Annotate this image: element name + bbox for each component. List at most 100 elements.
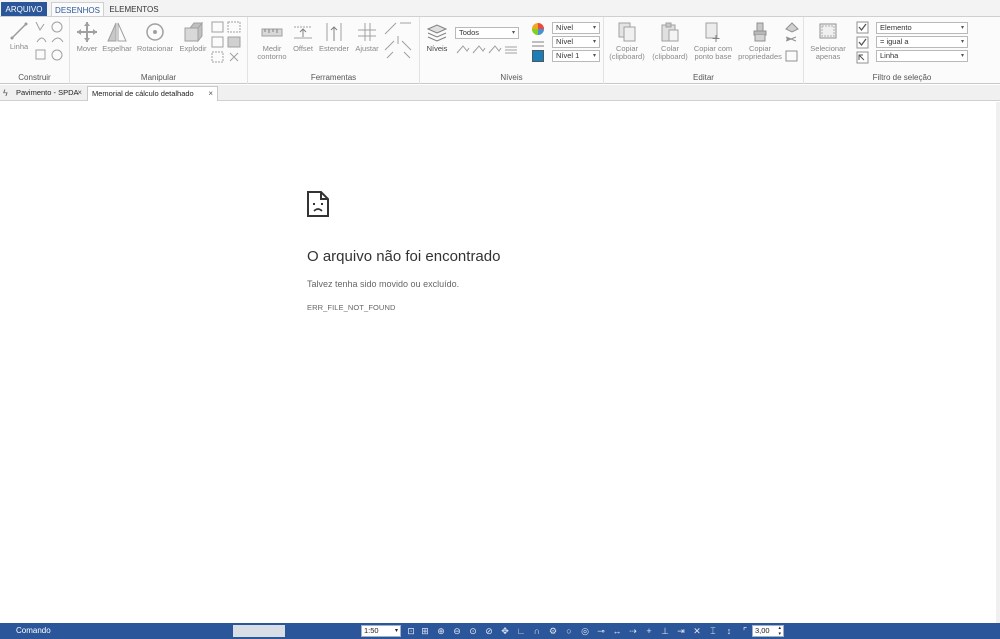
level-filter-select[interactable]: Todos ▾: [455, 27, 519, 39]
endpoint-snap-icon[interactable]: ⊸: [595, 625, 607, 637]
doc-tab-pavimento[interactable]: ϟ Pavimento - SPDA ×: [0, 86, 86, 101]
measure-icon: [261, 28, 283, 37]
rotacionar-button[interactable]: Rotacionar: [136, 21, 174, 53]
group-title-construir: Construir: [18, 73, 51, 82]
group-title-niveis: Níveis: [500, 73, 523, 82]
document-view: O arquivo não foi encontrado Talvez tenh…: [0, 102, 996, 623]
level-tools-icon[interactable]: [455, 43, 521, 57]
level-combo-1[interactable]: Nível ▾: [552, 22, 600, 34]
selecionar-apenas-button[interactable]: Selecionar apenas: [806, 21, 850, 61]
color-wheel-icon[interactable]: [531, 22, 545, 36]
zoom-extents-icon[interactable]: ⊞: [419, 625, 431, 637]
snap-icon[interactable]: ∩: [531, 625, 543, 637]
move-icon: [77, 22, 97, 42]
copiar-clipboard-button[interactable]: Copiar (clipboard): [606, 21, 648, 61]
scale-select[interactable]: 1:50 ▾: [361, 625, 401, 637]
group-title-ferramentas: Ferramentas: [310, 73, 357, 82]
draw-shapes-icon[interactable]: [34, 20, 66, 64]
ajustar-button[interactable]: Ajustar: [352, 21, 382, 53]
group-niveis: Níveis Todos ▾ Nível ▾ Nível ▾ Nível 1 ▾ Nív…: [420, 17, 604, 84]
line-width-icon[interactable]: ⌜: [739, 625, 751, 637]
settings-icon[interactable]: ⚙: [547, 625, 559, 637]
tab-arquivo[interactable]: ARQUIVO: [1, 2, 47, 17]
layers-icon: [426, 24, 448, 42]
line-width-stepper[interactable]: 3,00 ▴ ▾: [752, 625, 784, 637]
offset-button[interactable]: Offset: [290, 21, 316, 53]
midpoint-snap-icon[interactable]: ↔: [611, 625, 623, 637]
explodir-button[interactable]: Explodir: [176, 21, 210, 53]
ribbon: Linha Construir Mover Espelhar Rotaciona…: [0, 16, 1000, 84]
sad-file-icon: [307, 191, 329, 217]
zoom-window-icon[interactable]: ⊡: [405, 625, 417, 637]
doc-tab-memorial[interactable]: Memorial de cálculo detalhado (SPDA) ×: [87, 86, 218, 112]
document-tabs: ϟ Pavimento - SPDA × Memorial de cálculo…: [0, 85, 1000, 112]
close-icon[interactable]: ×: [77, 86, 82, 100]
vertical-snap-icon[interactable]: ↕: [723, 625, 735, 637]
copy-icon: [618, 22, 636, 42]
fillet-tools-icon[interactable]: [382, 20, 414, 64]
match-properties-icon: [753, 22, 767, 42]
lightning-icon: ϟ: [3, 88, 8, 98]
rotate-icon: [146, 23, 164, 41]
status-bar: Comando 1:50 ▾ ⊡ ⊞ ⊕ ⊖ ⊙ ⊘ ✥ ∟ ∩ ⚙ ○ ◎ ⊸ …: [0, 623, 1000, 639]
circle-snap-icon[interactable]: ○: [563, 625, 575, 637]
zoom-previous-icon[interactable]: ⊙: [467, 625, 479, 637]
tab-elementos[interactable]: ELEMENTOS: [108, 2, 160, 17]
filter-value-select[interactable]: Linha ▾: [876, 50, 968, 62]
extension-snap-icon[interactable]: ⇢: [627, 625, 639, 637]
explode-icon: [184, 21, 204, 43]
colar-clipboard-button[interactable]: Colar (clipboard): [650, 21, 690, 61]
group-title-editar: Editar: [693, 73, 714, 82]
copiar-propriedades-button[interactable]: Copiar propriedades: [736, 21, 784, 61]
error-code: ERR_FILE_NOT_FOUND: [307, 303, 396, 312]
filter-operator-select[interactable]: = igual a ▾: [876, 36, 968, 48]
level-combo-3[interactable]: Nível 1 ▾: [552, 50, 600, 62]
transform-tools-icon[interactable]: [210, 20, 244, 64]
parallel-snap-icon[interactable]: ⇥: [675, 625, 687, 637]
espelhar-button[interactable]: Espelhar: [102, 21, 132, 53]
intersection-snap-icon[interactable]: +: [643, 625, 655, 637]
tab-desenhos[interactable]: DESENHOS: [51, 2, 104, 17]
cross-snap-icon[interactable]: ✕: [691, 625, 703, 637]
level-color-swatch[interactable]: [532, 50, 544, 62]
niveis-button[interactable]: Níveis: [424, 21, 450, 53]
error-title: O arquivo não foi encontrado: [307, 248, 501, 265]
zoom-in-icon[interactable]: ⊕: [435, 625, 447, 637]
perpendicular-snap-icon[interactable]: ⊥: [659, 625, 671, 637]
group-construir: Linha Construir: [0, 17, 70, 84]
group-title-filtro: Filtro de seleção: [872, 73, 932, 82]
center-snap-icon[interactable]: ◎: [579, 625, 591, 637]
linha-button[interactable]: Linha: [6, 21, 32, 51]
copy-base-point-icon: [705, 22, 720, 42]
copiar-ponto-base-button[interactable]: Copiar com ponto base: [692, 21, 734, 61]
close-icon[interactable]: ×: [208, 87, 213, 101]
filter-checkboxes-icon[interactable]: [856, 21, 870, 65]
pan-icon[interactable]: ✥: [499, 625, 511, 637]
paste-icon: [661, 22, 679, 42]
vertical-scrollbar[interactable]: [996, 102, 1000, 623]
estender-button[interactable]: Estender: [319, 21, 349, 53]
command-label: Comando: [16, 626, 51, 635]
offset-icon: [294, 26, 312, 39]
line-icon: [10, 22, 28, 40]
medir-contorno-button[interactable]: Medir contorno: [254, 21, 290, 61]
distance-snap-icon[interactable]: ⌶: [707, 625, 719, 637]
zoom-realtime-icon[interactable]: ⊘: [483, 625, 495, 637]
edit-extra-icon[interactable]: [784, 21, 800, 65]
command-input[interactable]: [233, 625, 285, 637]
extend-icon: [326, 23, 342, 41]
line-style-icon[interactable]: [531, 39, 545, 49]
group-editar: Copiar (clipboard) Colar (clipboard) Cop…: [604, 17, 804, 84]
ortho-icon[interactable]: ∟: [515, 625, 527, 637]
select-filter-icon: [819, 23, 837, 39]
mirror-icon: [107, 22, 127, 42]
level-combo-2[interactable]: Nível ▾: [552, 36, 600, 48]
mover-button[interactable]: Mover: [74, 21, 100, 53]
trim-icon: [358, 23, 376, 41]
group-filtro: Selecionar apenas Elemento ▾ = igual a ▾ L…: [804, 17, 1000, 84]
error-subtitle: Talvez tenha sido movido ou excluído.: [307, 279, 460, 289]
filter-element-select[interactable]: Elemento ▾: [876, 22, 968, 34]
ribbon-tab-row: ARQUIVO DESENHOS ELEMENTOS: [0, 0, 1000, 17]
zoom-out-icon[interactable]: ⊖: [451, 625, 463, 637]
group-ferramentas: Medir contorno Offset Estender Ajustar F…: [248, 17, 420, 84]
